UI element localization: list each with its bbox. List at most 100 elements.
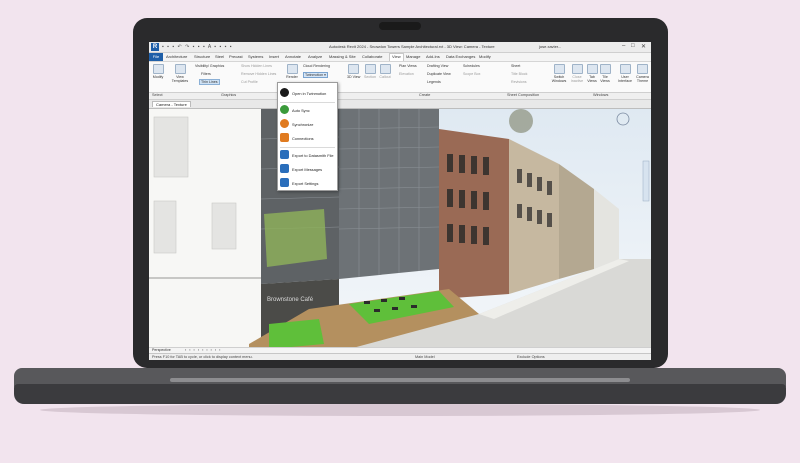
tab-structure[interactable]: Structure xyxy=(194,54,210,59)
maximize-icon[interactable]: □ xyxy=(631,43,635,49)
active-model[interactable]: Main Model xyxy=(415,355,435,359)
camera-theme-button[interactable]: Camera Theme xyxy=(635,64,650,83)
green-wall xyxy=(264,209,327,267)
tab-manage[interactable]: Manage xyxy=(406,54,420,59)
render-button[interactable]: Render xyxy=(285,64,299,79)
menu-item-open-in-twinmotion[interactable]: Open in Twinmotion xyxy=(280,88,336,99)
3d-viewport[interactable]: Brownstone Café xyxy=(149,109,651,353)
tab-modify[interactable]: Modify xyxy=(479,54,491,59)
tile-views-icon xyxy=(599,64,611,74)
close-inactive-button[interactable]: Close Inactive xyxy=(569,64,585,83)
tab-views-button[interactable]: Tab Views xyxy=(586,64,598,83)
tab-systems[interactable]: Systems xyxy=(248,54,263,59)
user-interface-button[interactable]: User Interface xyxy=(617,64,633,83)
laptop-shadow xyxy=(40,404,760,416)
twinmotion-icon xyxy=(280,88,289,97)
close-icon[interactable]: ✕ xyxy=(641,43,646,50)
quick-access-toolbar[interactable]: ▪ ▪ ▪ ↶ ↷ ▪ ▪ ▪ A ▪ ▪ ▪ ▪ xyxy=(162,44,233,50)
callout-button[interactable]: Callout xyxy=(379,64,391,79)
panel-graphics-label: Graphics xyxy=(221,93,237,97)
tab-collaborate[interactable]: Collaborate xyxy=(362,54,382,59)
view-templates-label: View Templates xyxy=(171,75,189,83)
tile-views-button[interactable]: Tile Views xyxy=(599,64,611,83)
exclude-options[interactable]: Exclude Options xyxy=(517,355,545,359)
minimize-icon[interactable]: – xyxy=(622,43,625,49)
user-interface-icon xyxy=(619,64,631,74)
menu-item-export-settings[interactable]: Export Settings xyxy=(280,178,336,189)
thin-lines-button[interactable]: Thin Lines xyxy=(199,79,220,85)
switch-windows-label: Switch Windows xyxy=(551,75,567,83)
duplicate-view-button[interactable]: Duplicate View xyxy=(427,72,451,76)
status-hint: Press F10 for TAB to cycle, or click to … xyxy=(152,355,253,359)
ledge xyxy=(149,277,261,279)
section-button[interactable]: Section xyxy=(363,64,377,79)
view-control-icons[interactable]: ▪ ▪ ▪ ▪ ▪ ▪ ▪ ▪ ▪ xyxy=(185,348,221,352)
panel-select-label[interactable]: Select xyxy=(152,93,163,97)
menu-separator xyxy=(280,147,335,148)
title-bar: R ▪ ▪ ▪ ↶ ↷ ▪ ▪ ▪ A ▪ ▪ ▪ ▪ Autodesk Rev… xyxy=(149,42,651,53)
visibility-graphics-button[interactable]: Visibility/ Graphics xyxy=(195,64,224,68)
3d-view-button[interactable]: 3D View xyxy=(347,64,360,79)
schedules-button[interactable]: Schedules xyxy=(463,64,480,68)
tab-massing-site[interactable]: Massing & Site xyxy=(329,54,356,59)
tab-architecture[interactable]: Architecture xyxy=(166,54,187,59)
menu-item-connections[interactable]: Connections xyxy=(280,133,336,144)
synchronize-icon xyxy=(280,119,289,128)
show-hidden-lines-button[interactable]: Show Hidden Lines xyxy=(241,64,272,68)
ribbon-tabs: File Architecture Structure Steel Precas… xyxy=(149,53,651,62)
revit-logo-icon[interactable]: R xyxy=(151,43,159,51)
auto-sync-icon xyxy=(280,105,289,114)
tab-annotate[interactable]: Annotate xyxy=(285,54,301,59)
ribbon: Modify View Templates Visibility/ Graphi… xyxy=(149,62,651,93)
scope-box-button[interactable]: Scope Box xyxy=(463,72,480,76)
view-templates-button[interactable]: View Templates xyxy=(171,64,189,83)
tab-precast[interactable]: Precast xyxy=(229,54,243,59)
tile-views-label: Tile Views xyxy=(600,75,610,83)
menu-item-export-messages[interactable]: Export Messages xyxy=(280,164,336,175)
tab-analyze[interactable]: Analyze xyxy=(308,54,322,59)
twinmotion-dropdown-menu: Open in Twinmotion Auto Sync Synchronize… xyxy=(277,82,338,191)
tab-steel[interactable]: Steel xyxy=(215,54,224,59)
legends-button[interactable]: Legends xyxy=(427,80,441,84)
3d-view-icon xyxy=(347,64,359,74)
window xyxy=(153,200,177,254)
drafting-view-button[interactable]: Drafting View xyxy=(427,64,448,68)
navigation-bar[interactable] xyxy=(642,160,650,202)
section-icon xyxy=(364,64,376,74)
remove-hidden-lines-button[interactable]: Remove Hidden Lines xyxy=(241,72,276,76)
title-block-button[interactable]: Title Block xyxy=(511,72,527,76)
modify-button[interactable]: Modify xyxy=(151,64,165,79)
window xyxy=(211,202,237,250)
user-account[interactable]: jose.xavier... xyxy=(539,44,561,49)
laptop-screen: R ▪ ▪ ▪ ↶ ↷ ▪ ▪ ▪ A ▪ ▪ ▪ ▪ Autodesk Rev… xyxy=(149,42,651,360)
tab-add-ins[interactable]: Add-Ins xyxy=(426,54,440,59)
tab-data-exchanges[interactable]: Data Exchanges xyxy=(446,54,475,59)
filters-button[interactable]: Filters xyxy=(201,72,211,76)
switch-windows-button[interactable]: Switch Windows xyxy=(551,64,567,83)
menu-item-export-datasmith[interactable]: Export to Datasmith File xyxy=(280,150,336,161)
callout-label: Callout xyxy=(379,75,391,79)
cut-profile-button[interactable]: Cut Profile xyxy=(241,80,258,84)
export-datasmith-icon xyxy=(280,150,289,159)
glass-building-front xyxy=(339,109,439,279)
menu-item-synchronize[interactable]: Synchronize xyxy=(280,119,336,130)
sheet-button[interactable]: Sheet xyxy=(511,64,520,68)
tab-view[interactable]: View xyxy=(389,53,404,61)
projection-label[interactable]: Perspective xyxy=(152,348,171,352)
close-inactive-icon xyxy=(571,64,583,74)
menu-item-auto-sync[interactable]: Auto Sync xyxy=(280,105,336,116)
twinmotion-button-label: Twinmotion xyxy=(305,73,324,77)
front-lawn xyxy=(269,319,324,349)
view-templates-icon xyxy=(174,64,186,74)
status-bar: Press F10 for TAB to cycle, or click to … xyxy=(149,353,651,360)
plan-views-button[interactable]: Plan Views xyxy=(399,64,417,68)
tab-file[interactable]: File xyxy=(149,53,163,61)
camera-theme-label: Camera Theme xyxy=(636,75,649,83)
revisions-button[interactable]: Revisions xyxy=(511,80,527,84)
cloud-rendering-button[interactable]: Cloud Rendering xyxy=(303,64,330,68)
tab-insert[interactable]: Insert xyxy=(269,54,279,59)
elevation-button[interactable]: Elevation xyxy=(399,72,414,76)
twinmotion-dropdown-button[interactable]: Twinmotion ▾ xyxy=(303,72,328,78)
view-tab-camera-texture[interactable]: Camera - Texture xyxy=(152,101,191,107)
street-scene: Brownstone Café xyxy=(149,109,651,353)
